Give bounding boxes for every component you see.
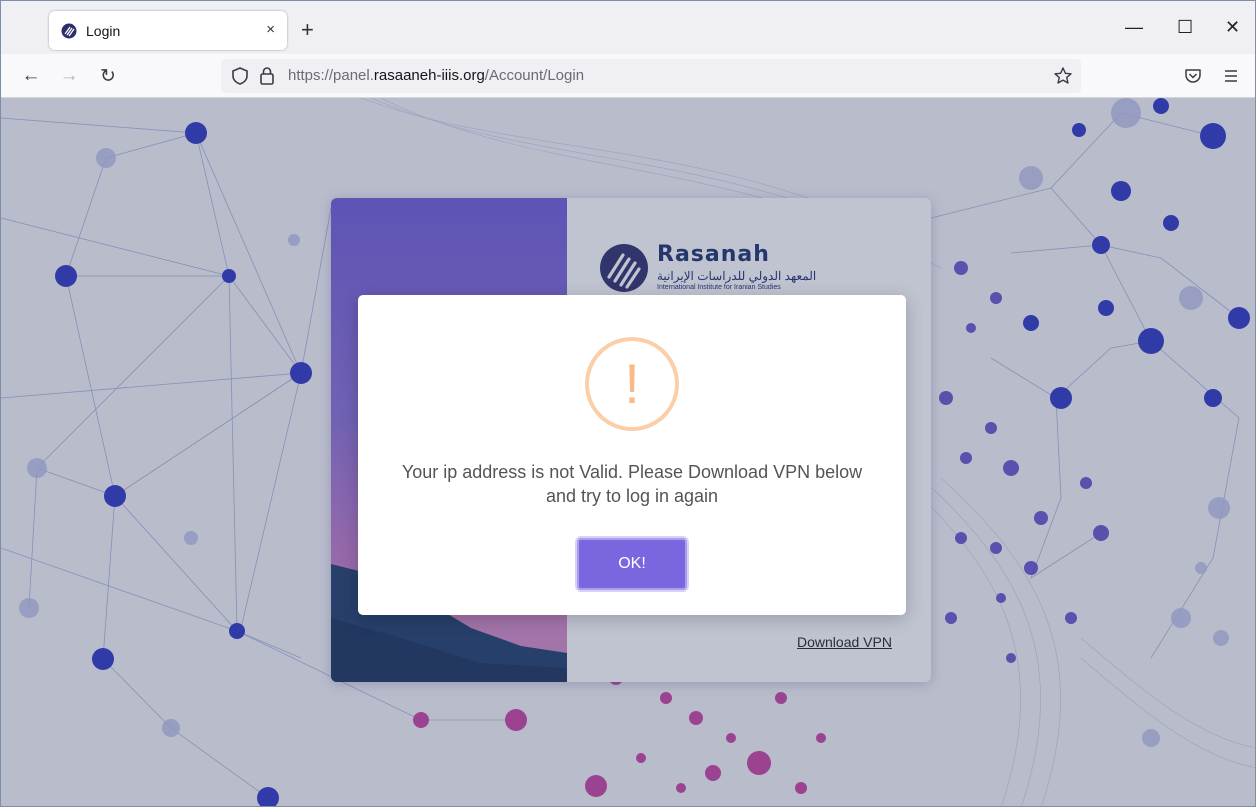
url-path: /Account/Login: [484, 67, 585, 84]
shield-icon[interactable]: [231, 66, 249, 86]
browser-window: Login × + — ☐ ✕ ← → ↻ https://panel.rasa…: [0, 0, 1256, 807]
warning-icon: !: [585, 337, 679, 431]
bookmark-star-icon[interactable]: [1053, 66, 1073, 86]
page-content: Rasanah المعهد الدولي للدراسات الإيرانية…: [1, 98, 1255, 806]
back-button[interactable]: ←: [19, 64, 43, 88]
url-text[interactable]: https://panel.rasaaneh-iiis.org/Account/…: [288, 67, 584, 84]
tab-close-icon[interactable]: ×: [266, 21, 275, 39]
warning-mark: !: [624, 352, 640, 415]
menu-icon[interactable]: [1223, 68, 1239, 84]
maximize-button[interactable]: ☐: [1177, 17, 1193, 37]
reload-button[interactable]: ↻: [96, 64, 120, 88]
ok-button[interactable]: OK!: [577, 538, 687, 590]
forward-button[interactable]: →: [57, 64, 81, 88]
tab-login[interactable]: Login ×: [49, 11, 287, 50]
new-tab-button[interactable]: +: [301, 19, 314, 41]
pocket-icon[interactable]: [1184, 67, 1202, 85]
alert-dialog: ! Your ip address is not Valid. Please D…: [358, 295, 906, 615]
lock-icon[interactable]: [259, 66, 275, 86]
tab-title: Login: [86, 22, 121, 39]
tab-strip: Login × + — ☐ ✕: [1, 1, 1255, 54]
close-window-button[interactable]: ✕: [1225, 17, 1240, 37]
address-bar[interactable]: https://panel.rasaaneh-iiis.org/Account/…: [221, 59, 1081, 93]
minimize-button[interactable]: —: [1125, 17, 1143, 37]
alert-message: Your ip address is not Valid. Please Dow…: [401, 462, 863, 506]
rasanah-icon: [61, 23, 77, 38]
navigation-bar: ← → ↻ https://panel.rasaaneh-iiis.org/Ac…: [1, 54, 1255, 98]
url-prefix: https://panel.: [288, 67, 374, 84]
url-domain: rasaaneh-iiis.org: [373, 67, 485, 84]
